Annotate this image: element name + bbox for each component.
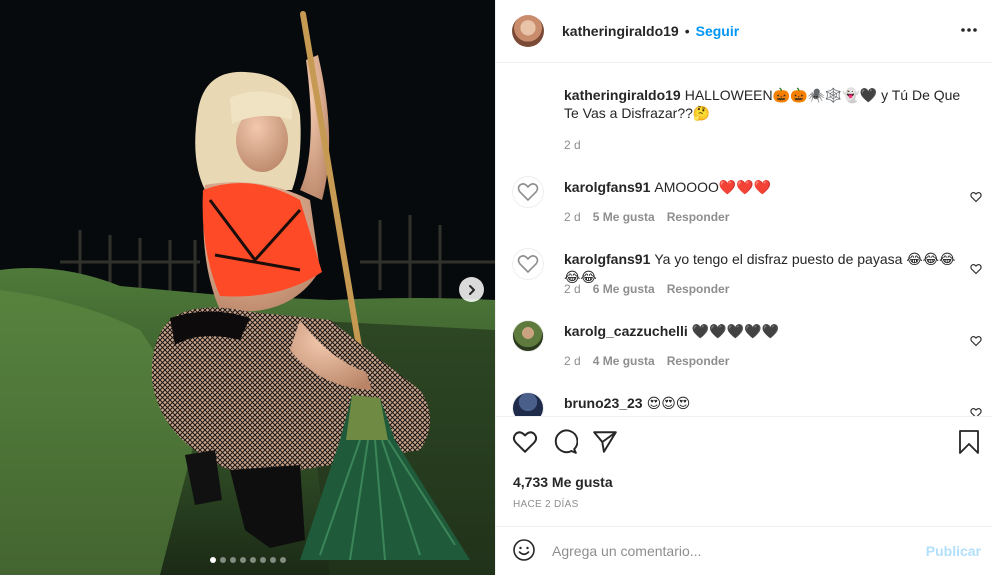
commenter-avatar[interactable]	[512, 392, 544, 416]
carousel-dot	[239, 557, 246, 563]
comment-body: karolgfans91 Ya yo tengo el disfraz puest…	[564, 250, 964, 286]
comment-meta: 2 d 6 Me gusta Responder	[564, 282, 729, 296]
carousel-dot	[219, 557, 226, 563]
carousel-dot	[229, 557, 236, 563]
carousel-indicator	[0, 557, 495, 563]
comment-likes[interactable]: 5 Me gusta	[593, 210, 655, 224]
comment-username[interactable]: karolg_cazzuchelli	[564, 323, 688, 339]
comment-body: karolg_cazzuchelli 🖤🖤🖤🖤🖤	[564, 322, 964, 340]
list-item: bruno23_23 😍😍😍	[512, 392, 982, 416]
more-options-button[interactable]	[961, 22, 977, 41]
caption-meta: 2 d	[564, 138, 581, 152]
commenter-avatar[interactable]	[512, 248, 544, 280]
follow-button[interactable]: Seguir	[696, 23, 740, 39]
comment-bubble-icon	[554, 429, 579, 454]
chevron-right-icon	[468, 284, 475, 295]
smiley-icon	[513, 538, 535, 561]
heart-icon	[512, 431, 538, 453]
caption: katheringiraldo19 HALLOWEEN🎃🎃🕷️🕸️👻🖤 y Tú …	[512, 84, 982, 156]
like-button[interactable]	[512, 429, 538, 455]
save-button[interactable]	[957, 429, 981, 458]
caption-age[interactable]: 2 d	[564, 138, 581, 152]
header-separator: •	[684, 23, 690, 39]
like-comment-button[interactable]	[970, 262, 982, 278]
heart-outline-icon	[517, 255, 539, 274]
more-horizontal-icon	[961, 28, 977, 32]
carousel-dot	[269, 557, 276, 563]
comment-username[interactable]: karolgfans91	[564, 179, 650, 195]
caption-body: katheringiraldo19 HALLOWEEN🎃🎃🕷️🕸️👻🖤 y Tú …	[564, 86, 964, 122]
heart-icon	[970, 263, 982, 275]
carousel-dot	[249, 557, 256, 563]
heart-icon	[970, 407, 982, 416]
comment-text: 🖤🖤🖤🖤🖤	[691, 323, 779, 339]
carousel-dot	[279, 557, 286, 563]
post-photo[interactable]	[0, 0, 495, 575]
emoji-button[interactable]	[512, 538, 536, 565]
like-comment-button[interactable]	[970, 406, 982, 416]
caption-author-avatar[interactable]	[512, 84, 544, 116]
comments-list[interactable]: katheringiraldo19 HALLOWEEN🎃🎃🕷️🕸️👻🖤 y Tú …	[496, 64, 992, 416]
comment-button[interactable]	[552, 429, 579, 455]
comment-body: bruno23_23 😍😍😍	[564, 394, 964, 412]
commenter-avatar[interactable]	[512, 176, 544, 208]
reply-button[interactable]: Responder	[667, 282, 730, 296]
halloween-costume-photo	[0, 0, 495, 575]
post-side-panel: katheringiraldo19 • Seguir katheringiral…	[495, 0, 992, 575]
add-comment-bar: Publicar	[496, 526, 992, 575]
post-header: katheringiraldo19 • Seguir	[496, 0, 992, 63]
heart-outline-icon	[517, 183, 539, 202]
next-slide-button[interactable]	[459, 277, 484, 302]
post-timestamp[interactable]: HACE 2 DÍAS	[513, 499, 579, 510]
commenter-avatar[interactable]	[512, 320, 544, 352]
comment-meta: 2 d 5 Me gusta Responder	[564, 210, 729, 224]
share-button[interactable]	[592, 429, 618, 455]
author-avatar[interactable]	[512, 15, 544, 47]
comment-age[interactable]: 2 d	[564, 354, 581, 368]
publish-button[interactable]: Publicar	[926, 543, 981, 559]
comment-likes[interactable]: 6 Me gusta	[593, 282, 655, 296]
list-item: karolgfans91 Ya yo tengo el disfraz puest…	[512, 248, 982, 308]
comment-age[interactable]: 2 d	[564, 282, 581, 296]
paper-plane-icon	[593, 431, 617, 453]
comment-text: 😍😍😍	[646, 395, 691, 411]
comment-username[interactable]: karolgfans91	[564, 251, 650, 267]
post-actions: 4,733 Me gusta HACE 2 DÍAS	[496, 416, 992, 526]
heart-icon	[970, 335, 982, 347]
reply-button[interactable]: Responder	[667, 354, 730, 368]
likes-count[interactable]: 4,733 Me gusta	[513, 474, 613, 490]
like-comment-button[interactable]	[970, 190, 982, 206]
list-item: karolgfans91 AMOOOO❤️❤️❤️ 2 d 5 Me gusta …	[512, 176, 982, 236]
caption-username[interactable]: katheringiraldo19	[564, 87, 681, 103]
comment-body: karolgfans91 AMOOOO❤️❤️❤️	[564, 178, 964, 196]
bookmark-icon	[959, 430, 979, 454]
heart-icon	[970, 191, 982, 203]
carousel-dot	[259, 557, 266, 563]
comment-text: AMOOOO❤️❤️❤️	[654, 179, 772, 195]
list-item: karolg_cazzuchelli 🖤🖤🖤🖤🖤 2 d 4 Me gusta R…	[512, 320, 982, 380]
comment-age[interactable]: 2 d	[564, 210, 581, 224]
comment-likes[interactable]: 4 Me gusta	[593, 354, 655, 368]
comment-username[interactable]: bruno23_23	[564, 395, 643, 411]
comment-meta: 2 d 4 Me gusta Responder	[564, 354, 729, 368]
like-comment-button[interactable]	[970, 334, 982, 350]
author-username[interactable]: katheringiraldo19	[562, 23, 679, 39]
reply-button[interactable]: Responder	[667, 210, 730, 224]
comment-input[interactable]	[552, 543, 912, 559]
carousel-dot	[209, 557, 216, 563]
action-icons	[512, 429, 618, 455]
